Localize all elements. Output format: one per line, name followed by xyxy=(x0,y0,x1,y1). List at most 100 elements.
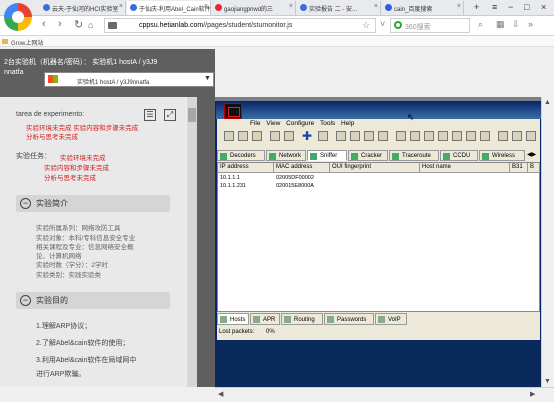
tab-voip[interactable]: VoIP xyxy=(375,313,407,325)
network-icon[interactable] xyxy=(252,131,262,141)
tab-scroll-icon[interactable]: ◀▶ xyxy=(527,151,536,158)
cain-bottom-tabs: Hosts APR Routing Passwords VoIP xyxy=(217,313,540,325)
key-icon[interactable] xyxy=(336,131,346,141)
scroll-right-icon[interactable]: ▶ xyxy=(530,390,535,398)
info-icon[interactable] xyxy=(498,131,508,141)
extra-icon[interactable] xyxy=(526,131,536,141)
browser-tab-active[interactable]: 于仙庆-利用Abel_Cain软件 × xyxy=(127,1,211,15)
browser-tab[interactable]: 实验报告 二 - 安... × xyxy=(297,1,381,15)
close-window-button[interactable]: × xyxy=(541,2,546,12)
column-header[interactable]: B xyxy=(528,163,540,173)
section-goal-header[interactable]: − 实验目的 xyxy=(16,292,170,309)
menu-file[interactable]: File xyxy=(250,120,260,127)
collapse-icon[interactable]: − xyxy=(20,198,31,209)
menu-configure[interactable]: Configure xyxy=(286,120,314,127)
sidebar-scrollbar[interactable] xyxy=(187,97,197,387)
scrollbar-thumb[interactable] xyxy=(188,108,196,122)
browser-tab[interactable]: cain_百度搜索 × xyxy=(382,1,464,15)
table-cell-mac[interactable]: 020015E8000A xyxy=(276,183,314,189)
download-icon[interactable]: ⇩ xyxy=(512,19,520,30)
sniffer-start-icon[interactable] xyxy=(270,131,280,141)
tab-ccdu[interactable]: CCDU xyxy=(440,150,478,161)
tab-close-icon[interactable]: × xyxy=(204,3,208,10)
menu-help[interactable]: Help xyxy=(341,120,354,127)
page-icon xyxy=(108,22,117,29)
hosts-icon xyxy=(220,316,227,323)
column-header[interactable]: IP address xyxy=(218,163,274,173)
chevron-down-icon[interactable]: ▼ xyxy=(204,75,211,82)
table-cell-mac[interactable]: 02005DF00002 xyxy=(276,175,314,181)
hash-icon[interactable] xyxy=(378,131,388,141)
about-icon[interactable] xyxy=(512,131,522,141)
column-header[interactable]: OUI fingerprint xyxy=(330,163,420,173)
tab-traceroute[interactable]: Traceroute xyxy=(389,150,439,161)
browser-menu-icon[interactable]: ≡ xyxy=(492,2,497,12)
new-tab-button[interactable]: + xyxy=(474,2,479,12)
scroll-up-icon[interactable]: ▲ xyxy=(544,99,551,106)
forward-icon[interactable]: › xyxy=(58,18,62,30)
more-icon[interactable]: » xyxy=(528,19,533,29)
table-cell-ip[interactable]: 10.1.1.1 xyxy=(220,175,240,181)
hosts-table: IP address MAC address OUI fingerprint H… xyxy=(217,162,540,312)
tab-favicon-icon xyxy=(130,4,137,11)
tab-sniffer[interactable]: Sniffer xyxy=(307,150,347,161)
md5-icon[interactable] xyxy=(424,131,434,141)
expand-icon[interactable]: ⤢ xyxy=(164,109,176,121)
decoders-icon xyxy=(220,153,227,160)
ntlm-icon[interactable] xyxy=(364,131,374,141)
maximize-button[interactable]: □ xyxy=(524,2,529,12)
tab-close-icon[interactable]: × xyxy=(289,3,293,10)
machine-select[interactable]: 实验机1 hostA / y3J9nnatfa xyxy=(44,72,214,87)
section-intro-header[interactable]: − 实验简介 xyxy=(16,195,170,212)
menu-view[interactable]: View xyxy=(266,120,280,127)
tab-decoders[interactable]: Decoders xyxy=(217,150,265,161)
vm-horizontal-scrollbar[interactable] xyxy=(215,387,554,402)
vm-vertical-scrollbar[interactable] xyxy=(541,97,554,387)
lm-icon[interactable] xyxy=(350,131,360,141)
collapse-icon[interactable]: − xyxy=(20,295,31,306)
home-icon[interactable]: ⌂ xyxy=(88,20,93,30)
wifi-icon[interactable] xyxy=(480,131,490,141)
tab-close-icon[interactable]: × xyxy=(119,3,123,10)
url-input[interactable]: cppsu.hetianlab.com//pages/student/stumo… xyxy=(104,18,376,33)
bookmark-star-icon[interactable]: ☆ xyxy=(362,20,370,31)
pwl-icon[interactable] xyxy=(452,131,462,141)
save-icon[interactable] xyxy=(238,131,248,141)
apr-start-icon[interactable] xyxy=(284,131,294,141)
minimize-button[interactable]: − xyxy=(508,2,513,12)
tab-cracker[interactable]: Cracker xyxy=(348,150,388,161)
tab-passwords[interactable]: Passwords xyxy=(324,313,374,325)
column-header[interactable]: MAC address xyxy=(274,163,330,173)
tab-wireless[interactable]: Wireless xyxy=(479,150,525,161)
scroll-down-icon[interactable]: ▼ xyxy=(544,378,551,385)
dropdown-chevron-icon[interactable]: ˅ xyxy=(380,19,385,29)
url-domain: cppsu.hetianlab.com xyxy=(139,22,204,29)
extension-icon[interactable]: ▦ xyxy=(496,19,505,30)
tab-close-icon[interactable]: × xyxy=(457,3,461,10)
tab-apr[interactable]: APR xyxy=(250,313,280,325)
add-icon[interactable]: ✚ xyxy=(302,129,312,143)
search-input[interactable]: 360搜索 xyxy=(390,18,470,33)
menu-tools[interactable]: Tools xyxy=(320,120,335,127)
scroll-left-icon[interactable]: ◀ xyxy=(218,390,223,398)
list-icon[interactable]: ☰ xyxy=(144,109,156,121)
tab-close-icon[interactable]: × xyxy=(374,3,378,10)
sha-icon[interactable] xyxy=(438,131,448,141)
open-icon[interactable] xyxy=(224,131,234,141)
search-icon[interactable]: ⌕ xyxy=(478,19,483,30)
reload-icon[interactable]: ↻ xyxy=(74,18,83,31)
tab-routing[interactable]: Routing xyxy=(281,313,323,325)
cisco-icon[interactable] xyxy=(466,131,476,141)
browser-tab[interactable]: gaojiangpnwd的三 × xyxy=(212,1,296,15)
bookmark-item[interactable]: Grow上网站 xyxy=(11,38,43,47)
tab-hosts[interactable]: Hosts xyxy=(217,313,249,325)
rainbow-icon[interactable] xyxy=(410,131,420,141)
tab-network[interactable]: Network xyxy=(266,150,306,161)
browser-tab[interactable]: 云天-于仙河的HCI实验室 × xyxy=(40,1,126,15)
delete-icon[interactable] xyxy=(318,131,328,141)
column-header[interactable]: B31 xyxy=(510,163,528,173)
back-icon[interactable]: ‹ xyxy=(42,18,46,30)
crack-icon[interactable] xyxy=(396,131,406,141)
table-cell-ip[interactable]: 10.1.1.231 xyxy=(220,183,246,189)
column-header[interactable]: Host name xyxy=(420,163,510,173)
